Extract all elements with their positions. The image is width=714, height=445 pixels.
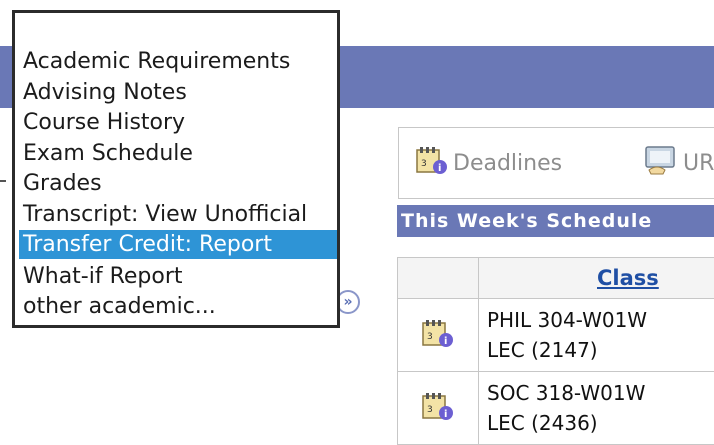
menu-item-advising-notes[interactable]: Advising Notes: [19, 78, 337, 107]
menu-item-what-if-report[interactable]: What-if Report: [19, 262, 337, 291]
calendar-info-icon[interactable]: 3 i: [421, 406, 455, 425]
row-icon-cell[interactable]: 3 i: [398, 372, 479, 445]
menu-item-exam-schedule[interactable]: Exam Schedule: [19, 139, 337, 168]
table-row: 3 i SOC 318-W01W LEC (2436): [398, 372, 714, 445]
schedule-title: This Week's Schedule: [397, 205, 714, 237]
calendar-info-icon: 3 i: [415, 145, 449, 181]
table-header-row: Class: [398, 258, 714, 299]
class-cell: PHIL 304-W01W LEC (2147): [479, 299, 714, 372]
class-section: LEC (2147): [487, 335, 714, 365]
class-code: SOC 318-W01W: [487, 378, 714, 408]
class-code: PHIL 304-W01W: [487, 305, 714, 335]
svg-text:3: 3: [421, 159, 427, 169]
schedule-table: Class 3 i PHIL 304-W01W LEC (2147): [397, 257, 714, 445]
menu-item-academic-requirements[interactable]: Academic Requirements: [19, 47, 337, 76]
menu-item-other-academic[interactable]: other academic...: [19, 292, 337, 321]
menu-item-course-history[interactable]: Course History: [19, 108, 337, 137]
menu-item-grades[interactable]: Grades: [19, 169, 337, 198]
svg-text:i: i: [444, 409, 447, 420]
row-icon-cell[interactable]: 3 i: [398, 299, 479, 372]
calendar-info-icon[interactable]: 3 i: [421, 333, 455, 352]
deadlines-link[interactable]: 3 i Deadlines: [415, 148, 562, 178]
svg-text:3: 3: [427, 332, 433, 342]
url-label: UR: [683, 151, 714, 176]
class-section: LEC (2436): [487, 408, 714, 438]
academics-dropdown-menu: Academic Requirements Advising Notes Cou…: [12, 10, 340, 328]
menu-item-transfer-credit-report[interactable]: Transfer Credit: Report: [19, 230, 337, 259]
svg-text:i: i: [444, 336, 447, 347]
url-link[interactable]: UR: [643, 148, 714, 178]
table-row: 3 i PHIL 304-W01W LEC (2147): [398, 299, 714, 372]
quick-links-panel: 3 i Deadlines UR: [398, 127, 714, 199]
icon-column-header: [398, 258, 479, 299]
class-cell: SOC 318-W01W LEC (2436): [479, 372, 714, 445]
menu-item-transcript-unofficial[interactable]: Transcript: View Unofficial: [19, 200, 337, 229]
monitor-hand-icon: [643, 144, 679, 182]
svg-text:3: 3: [427, 405, 433, 415]
svg-text:i: i: [438, 163, 441, 174]
deadlines-label: Deadlines: [453, 151, 562, 176]
class-column-header[interactable]: Class: [479, 258, 714, 299]
divider-tick: [0, 180, 6, 182]
